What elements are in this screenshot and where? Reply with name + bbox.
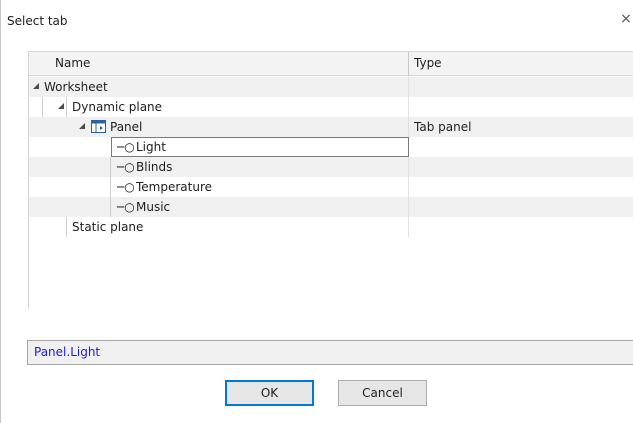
close-icon[interactable]: ×	[619, 11, 633, 27]
cancel-button[interactable]: Cancel	[338, 380, 427, 406]
row-name: Light	[136, 140, 166, 154]
dialog-title: Select tab	[7, 14, 68, 28]
tab-panel-icon	[91, 120, 106, 133]
tree-guide-line	[110, 197, 111, 217]
expand-triangle-icon[interactable]	[58, 103, 64, 109]
cell-divider	[408, 217, 409, 237]
tree-row-dynamic-plane[interactable]: Dynamic plane	[29, 97, 633, 117]
tree-guide-line	[110, 157, 111, 177]
tree-row-music[interactable]: ─○ Music	[29, 197, 633, 217]
cell-divider	[408, 97, 409, 117]
cell-divider	[408, 157, 409, 177]
grid-header: Name Type	[29, 52, 633, 76]
select-tab-dialog: Select tab × Name Type Worksheet Dynamic…	[0, 0, 633, 423]
tree-row-worksheet[interactable]: Worksheet	[29, 77, 633, 97]
tree-guide-line	[110, 177, 111, 197]
tree-guide-line	[66, 217, 67, 237]
pin-icon: ─○	[117, 200, 135, 214]
tree-guide-line	[42, 97, 43, 117]
tree-row-blinds[interactable]: ─○ Blinds	[29, 157, 633, 177]
pin-icon: ─○	[117, 180, 135, 194]
cell-divider	[408, 197, 409, 217]
tree-row-static-plane[interactable]: Static plane	[29, 217, 633, 237]
tree-row-light[interactable]: ─○ Light	[29, 137, 633, 157]
column-header-name[interactable]: Name	[55, 52, 90, 75]
row-name: Music	[136, 200, 171, 214]
row-type: Tab panel	[414, 120, 472, 134]
row-name: Dynamic plane	[72, 100, 163, 114]
row-name: Temperature	[136, 180, 213, 194]
pin-icon: ─○	[117, 160, 135, 174]
selection-path-field: Panel.Light	[27, 340, 633, 365]
column-divider[interactable]	[408, 52, 409, 76]
cell-divider	[408, 177, 409, 197]
tree-row-temperature[interactable]: ─○ Temperature	[29, 177, 633, 197]
expand-triangle-icon[interactable]	[33, 83, 39, 89]
ok-button[interactable]: OK	[225, 380, 314, 406]
row-name: Panel	[110, 120, 143, 134]
column-header-type[interactable]: Type	[414, 52, 442, 75]
pin-icon: ─○	[117, 140, 135, 154]
tree-guide-line	[66, 97, 67, 117]
row-name: Worksheet	[44, 80, 108, 94]
row-name: Static plane	[72, 220, 144, 234]
cell-divider	[408, 117, 409, 137]
cell-divider	[408, 77, 409, 97]
tree-grid[interactable]: Name Type Worksheet Dynamic plane Panel …	[28, 51, 633, 309]
tree-row-panel[interactable]: Panel Tab panel	[29, 117, 633, 137]
expand-triangle-icon[interactable]	[79, 123, 85, 129]
selection-path-text: Panel.Light	[34, 345, 101, 359]
row-name: Blinds	[136, 160, 173, 174]
